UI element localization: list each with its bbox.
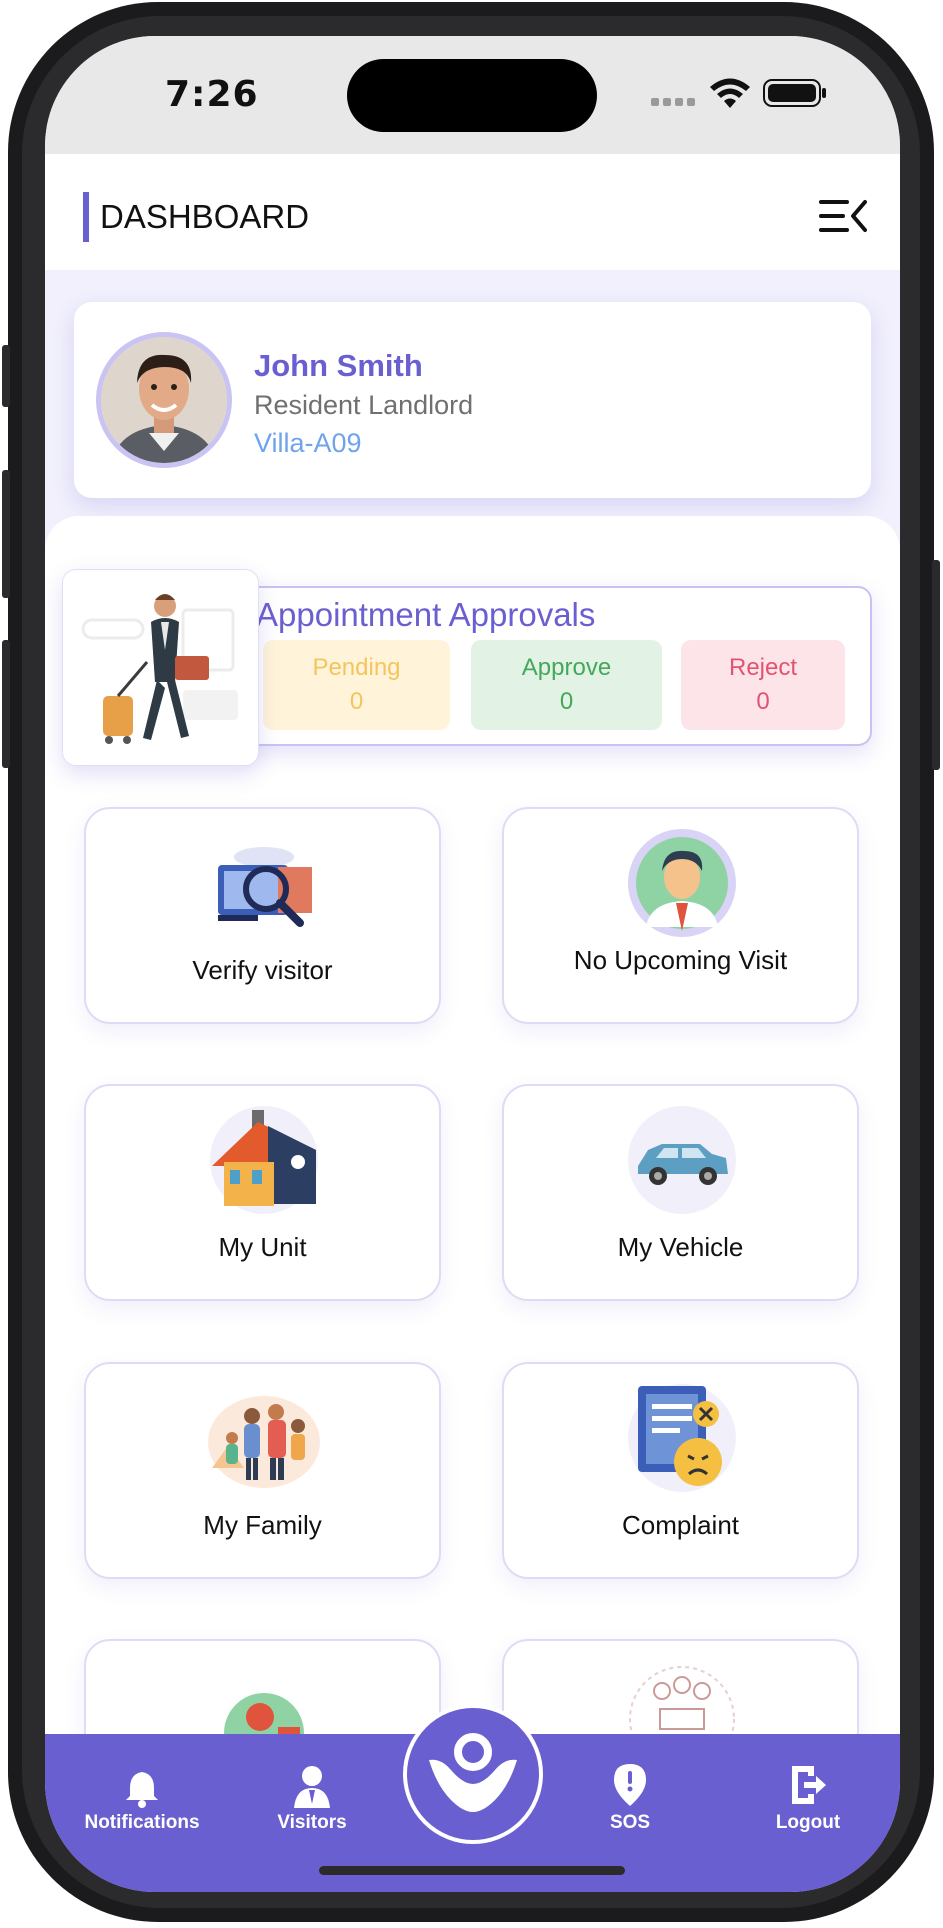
appointment-title: Appointment Approvals <box>256 596 596 633</box>
pending-label: Pending <box>312 654 401 681</box>
no-upcoming-visit-tile[interactable]: No Upcoming Visit <box>502 807 859 1024</box>
wifi-icon <box>710 78 750 108</box>
verify-visitor-label: Verify visitor <box>192 955 333 985</box>
bell-icon <box>126 1772 158 1808</box>
profile-unit: Villa-A09 <box>254 428 362 458</box>
side-button <box>2 470 10 598</box>
verify-visitor-icon <box>218 847 312 927</box>
reject-button[interactable]: Reject 0 <box>681 640 845 730</box>
verify-visitor-tile[interactable]: Verify visitor <box>84 807 441 1024</box>
my-unit-tile[interactable]: My Unit <box>84 1084 441 1301</box>
approve-count: 0 <box>559 688 574 715</box>
complaint-icon <box>628 1384 736 1492</box>
profile-role: Resident Landlord <box>254 390 474 420</box>
house-icon <box>210 1106 318 1214</box>
status-time: 7:26 <box>165 74 259 115</box>
dynamic-island <box>347 59 597 132</box>
nav-sos-label: SOS <box>609 1812 651 1833</box>
approve-button[interactable]: Approve 0 <box>471 640 662 730</box>
side-button <box>2 345 10 407</box>
my-unit-label: My Unit <box>218 1232 307 1262</box>
pending-count: 0 <box>349 688 364 715</box>
approve-label: Approve <box>521 654 612 681</box>
page-title: DASHBOARD <box>100 198 310 235</box>
home-button[interactable] <box>403 1704 543 1844</box>
complaint-tile[interactable]: Complaint <box>502 1362 859 1579</box>
visitor-person-icon <box>294 1766 330 1808</box>
my-vehicle-tile[interactable]: My Vehicle <box>502 1084 859 1301</box>
car-icon <box>628 1106 736 1214</box>
complaint-label: Complaint <box>621 1510 740 1540</box>
traveler-illustration <box>62 569 259 766</box>
family-icon <box>208 1396 320 1488</box>
cellular-signal-icon <box>651 98 695 106</box>
visitor-avatar-icon <box>628 829 736 937</box>
side-button <box>932 560 940 770</box>
app-logo-icon <box>429 1733 517 1812</box>
reject-count: 0 <box>756 688 770 715</box>
nav-logout[interactable]: Logout <box>738 1762 878 1834</box>
app-screen: 7:26 DASHBOARD John Smith Resident Landl… <box>45 36 900 1892</box>
no-upcoming-visit-label: No Upcoming Visit <box>573 945 788 975</box>
side-button <box>2 640 10 768</box>
profile-card[interactable]: John Smith Resident Landlord Villa-A09 <box>74 302 871 498</box>
avatar <box>96 332 232 468</box>
pending-button[interactable]: Pending 0 <box>263 640 450 730</box>
header-accent-bar <box>83 192 89 242</box>
appointment-approvals-card: Appointment Approvals Pending 0 Approve … <box>231 586 872 746</box>
nav-visitors[interactable]: Visitors <box>242 1764 382 1834</box>
reject-label: Reject <box>728 654 798 681</box>
sos-pin-icon <box>614 1764 646 1806</box>
home-indicator <box>319 1866 625 1875</box>
nav-notifications-label: Notifications <box>84 1812 200 1833</box>
nav-logout-label: Logout <box>775 1812 841 1833</box>
my-family-tile[interactable]: My Family <box>84 1362 441 1579</box>
nav-sos[interactable]: SOS <box>560 1762 700 1834</box>
menu-toggle-icon[interactable] <box>819 198 867 234</box>
my-vehicle-label: My Vehicle <box>617 1232 744 1262</box>
battery-icon <box>763 79 826 107</box>
nav-notifications[interactable]: Notifications <box>72 1768 212 1834</box>
status-bar: 7:26 <box>45 36 900 154</box>
logout-icon <box>792 1766 826 1804</box>
nav-visitors-label: Visitors <box>277 1812 347 1833</box>
app-header: DASHBOARD <box>45 154 900 270</box>
profile-name: John Smith <box>254 348 423 383</box>
my-family-label: My Family <box>203 1510 322 1540</box>
